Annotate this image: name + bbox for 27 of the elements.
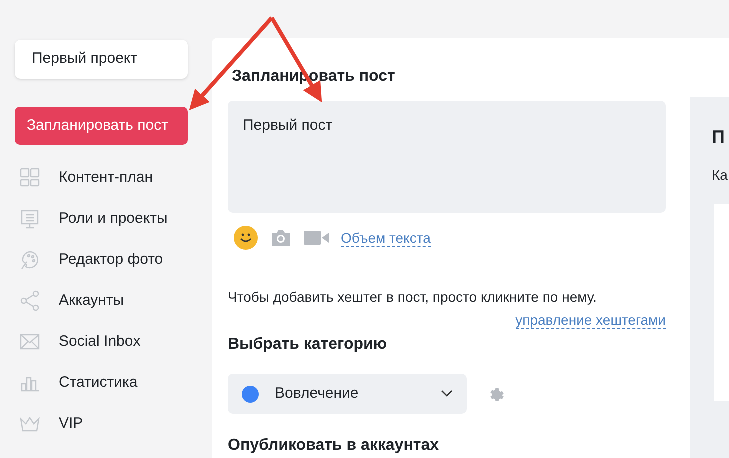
- camera-icon[interactable]: [270, 229, 292, 247]
- category-heading: Выбрать категорию: [228, 335, 388, 355]
- category-select[interactable]: Вовлечение: [228, 374, 467, 414]
- sidebar-item[interactable]: Статистика: [59, 372, 138, 394]
- sidebar-item[interactable]: Аккаунты: [59, 290, 124, 312]
- board-icon: [19, 208, 41, 230]
- hashtag-hint: Чтобы добавить хештег в пост, просто кликните по нему.: [228, 288, 598, 307]
- sidebar-item[interactable]: Контент-план: [59, 166, 154, 190]
- chevron-down-icon: [441, 390, 453, 398]
- category-label: Вовлечение: [275, 384, 360, 404]
- project-card[interactable]: Первый проект: [15, 40, 188, 79]
- share-icon: [19, 290, 41, 312]
- smiley-icon[interactable]: [234, 226, 258, 250]
- manage-hashtags-link[interactable]: управление хештегами: [516, 312, 666, 329]
- text-volume-link[interactable]: Объем текста: [341, 230, 431, 246]
- palette-icon: [19, 249, 41, 271]
- video-camera-icon[interactable]: [304, 230, 329, 246]
- preview-subtitle: Ка: [712, 166, 729, 185]
- sidebar-item[interactable]: Social Inbox: [59, 330, 141, 354]
- preview-title: П: [712, 126, 726, 149]
- sidebar-item[interactable]: Редактор фото: [59, 248, 164, 272]
- post-text-field[interactable]: Первый пост: [228, 101, 666, 213]
- grid-icon: [19, 167, 41, 189]
- publish-heading: Опубликовать в аккаунтах: [228, 436, 440, 456]
- schedule-post-button[interactable]: Запланировать пост: [15, 107, 188, 145]
- sidebar-item[interactable]: VIP: [59, 412, 84, 436]
- sidebar-item[interactable]: Роли и проекты: [59, 208, 168, 230]
